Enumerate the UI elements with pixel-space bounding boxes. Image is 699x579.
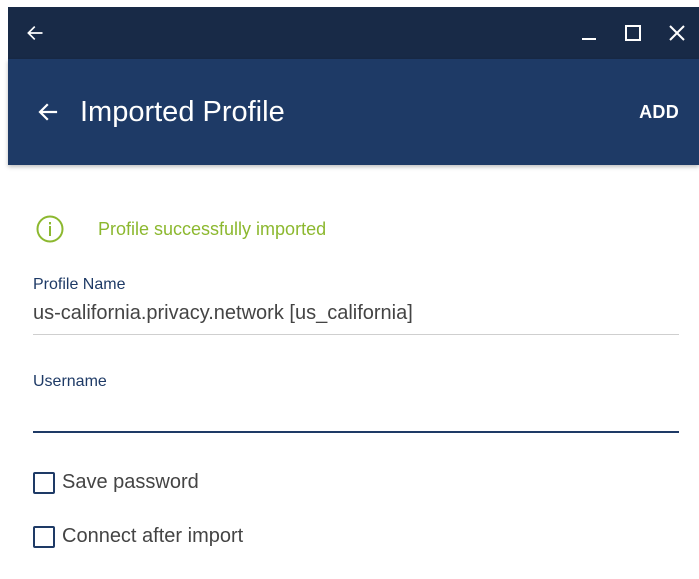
save-password-checkbox[interactable] [33,471,55,494]
connect-after-import-checkbox[interactable] [33,525,55,548]
maximize-button[interactable] [611,7,655,59]
form-content: Profile successfully imported Profile Na… [33,215,679,548]
success-message: Profile successfully imported [98,218,327,239]
close-button[interactable] [655,7,699,59]
window-back-button[interactable] [8,23,62,43]
window-titlebar [8,7,699,59]
add-button[interactable]: ADD [639,94,679,131]
page-title: Imported Profile [80,95,285,128]
app-window: Imported Profile ADD Profile successfull… [0,0,699,579]
profile-name-label: Profile Name [33,276,126,293]
back-button[interactable] [18,82,78,142]
profile-name-value[interactable]: us-california.privacy.network [us_califo… [33,302,679,335]
username-field: Username [33,373,679,433]
info-icon [36,215,64,243]
success-notice: Profile successfully imported [33,215,679,243]
profile-name-field: Profile Name us-california.privacy.netwo… [33,276,679,335]
arrow-left-icon [27,25,43,41]
maximize-icon [625,25,641,41]
arrow-left-icon [38,103,58,121]
app-bar: Imported Profile ADD [8,59,699,165]
connect-after-import-label[interactable]: Connect after import [62,525,243,548]
username-input[interactable] [33,395,679,433]
connect-after-import-option[interactable]: Connect after import [33,525,679,548]
save-password-option[interactable]: Save password [33,471,679,494]
minimize-button[interactable] [567,7,611,59]
save-password-label[interactable]: Save password [62,471,199,494]
username-label: Username [33,373,107,390]
close-icon [669,25,685,41]
minimize-icon [582,38,596,40]
